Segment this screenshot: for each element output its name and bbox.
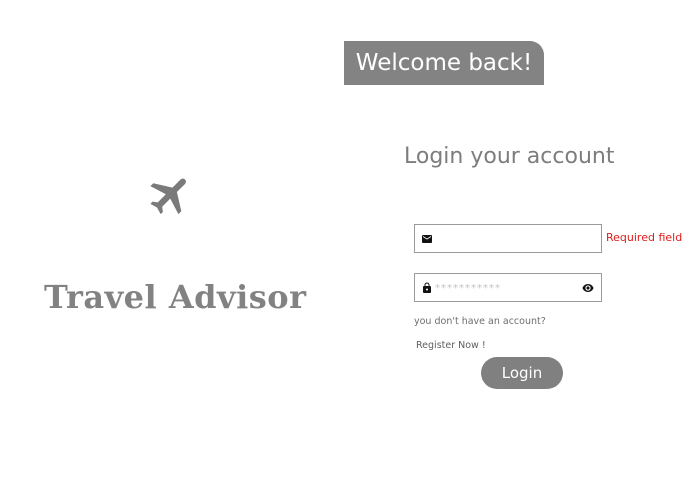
airplane-icon xyxy=(146,170,196,220)
no-account-text: you don't have an account? xyxy=(414,316,546,327)
brand-panel: Travel Advisor xyxy=(0,0,344,488)
lock-icon xyxy=(421,282,433,294)
eye-icon[interactable] xyxy=(582,283,594,293)
email-field[interactable] xyxy=(414,224,602,253)
email-input[interactable] xyxy=(435,229,575,249)
password-field[interactable] xyxy=(414,273,602,302)
login-button[interactable]: Login xyxy=(481,357,563,389)
login-heading: Login your account xyxy=(404,144,615,169)
register-link[interactable]: Register Now ! xyxy=(416,340,486,352)
welcome-banner: Welcome back! xyxy=(344,41,544,85)
required-field-error: Required field xyxy=(606,231,683,244)
brand-title: Travel Advisor xyxy=(44,278,307,316)
password-input[interactable] xyxy=(435,278,575,298)
envelope-icon xyxy=(421,233,433,245)
